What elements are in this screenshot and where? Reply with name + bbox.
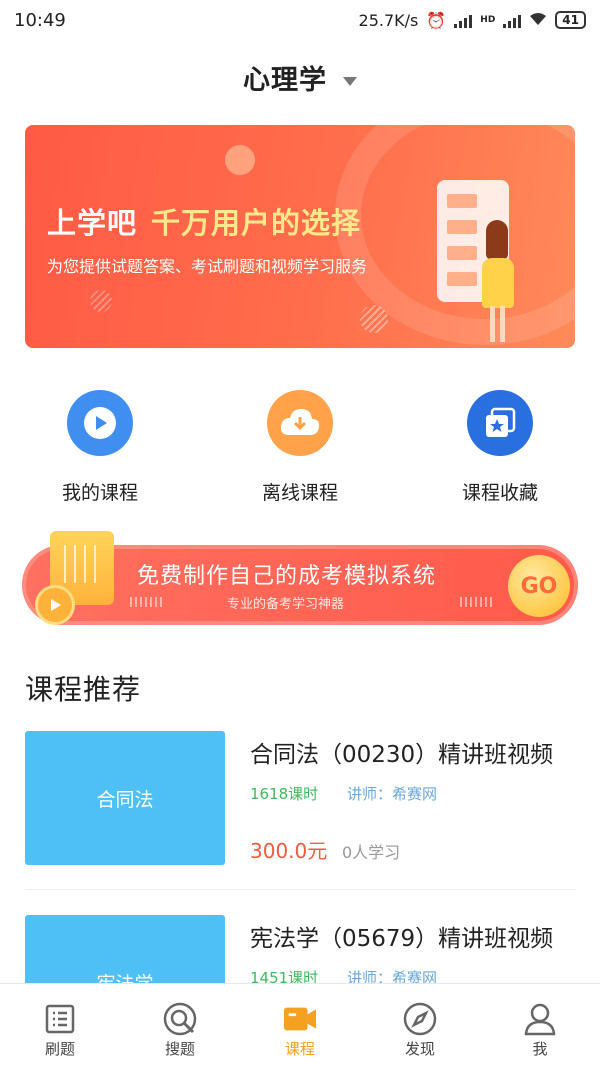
bottom-tab-bar: 刷题 搜题 课程 发现 我 — [0, 983, 600, 1067]
course-hours: 1618课时 — [250, 785, 319, 803]
hd-label: HD — [480, 15, 496, 25]
search-icon — [163, 1002, 197, 1036]
banner-title-highlight: 千万用户的选择 — [151, 206, 362, 240]
banner-decoration — [90, 290, 112, 312]
my-courses-label: 我的课程 — [61, 482, 138, 504]
course-thumbnail[interactable]: 合同法 — [25, 731, 225, 865]
play-icon — [35, 585, 75, 625]
tab-label: 我 — [532, 1040, 548, 1058]
tab-label: 发现 — [404, 1040, 435, 1058]
tab-discover[interactable]: 发现 — [360, 984, 480, 1067]
header[interactable]: 心理学 — [0, 58, 600, 97]
go-button[interactable]: GO — [508, 555, 570, 617]
banner-decoration — [225, 145, 255, 175]
signal-icon — [454, 12, 473, 28]
page-title[interactable]: 心理学 — [243, 65, 327, 96]
status-bar: 10:49 25.7K/s ⏰ HD 41 — [0, 0, 600, 40]
course-teacher: 讲师：希赛网 — [347, 785, 438, 803]
promo-decoration — [130, 597, 162, 607]
play-circle-icon — [67, 390, 133, 456]
tab-label: 搜题 — [164, 1040, 195, 1058]
user-icon — [523, 1002, 557, 1036]
tab-me[interactable]: 我 — [480, 984, 600, 1067]
video-camera-icon — [283, 1002, 317, 1036]
cloud-download-icon — [267, 390, 333, 456]
banner-title-main: 上学吧 — [47, 206, 138, 240]
list-doc-icon — [43, 1002, 77, 1036]
status-icons: 25.7K/s ⏰ HD 41 — [359, 11, 586, 30]
chevron-down-icon[interactable] — [343, 77, 357, 86]
tab-label: 课程 — [284, 1040, 315, 1058]
tab-label: 刷题 — [44, 1040, 75, 1058]
course-favorites-button[interactable]: 课程收藏 — [400, 390, 600, 505]
section-title: 课程推荐 — [25, 673, 142, 706]
banner-subtitle: 为您提供试题答案、考试刷题和视频学习服务 — [47, 257, 368, 276]
star-bookmark-icon — [467, 390, 533, 456]
wifi-icon — [529, 11, 547, 30]
promo-banner[interactable]: 免费制作自己的成考模拟系统 专业的备考学习神器 GO — [22, 531, 578, 625]
banner-title: 上学吧 千万用户的选择 — [47, 200, 361, 242]
course-title[interactable]: 合同法（00230）精讲班视频 — [250, 735, 553, 769]
promo-decoration — [460, 597, 492, 607]
promo-subtitle: 专业的备考学习神器 — [227, 597, 345, 612]
battery-icon: 41 — [555, 11, 586, 29]
network-speed: 25.7K/s — [358, 10, 419, 30]
banner[interactable]: 上学吧 千万用户的选择 为您提供试题答案、考试刷题和视频学习服务 — [25, 125, 575, 348]
course-card[interactable]: 合同法 合同法（00230）精讲班视频 1618课时 讲师：希赛网 300.0元… — [25, 731, 576, 865]
tab-practice[interactable]: 刷题 — [0, 984, 120, 1067]
tab-courses[interactable]: 课程 — [240, 984, 360, 1067]
promo-title: 免费制作自己的成考模拟系统 — [137, 564, 437, 589]
my-courses-button[interactable]: 我的课程 — [0, 390, 200, 505]
course-favorites-label: 课程收藏 — [461, 482, 538, 504]
signal-2-icon — [503, 12, 522, 28]
banner-decoration — [360, 305, 388, 333]
status-time: 10:49 — [14, 9, 66, 31]
course-price: 300.0元 — [250, 839, 328, 863]
quick-actions: 我的课程 离线课程 课程收藏 — [0, 390, 600, 505]
offline-courses-button[interactable]: 离线课程 — [200, 390, 400, 505]
compass-icon — [403, 1002, 437, 1036]
course-title[interactable]: 宪法学（05679）精讲班视频 — [250, 919, 553, 953]
girl-illustration — [480, 220, 514, 342]
alarm-icon: ⏰ — [426, 10, 447, 30]
course-learners: 0人学习 — [342, 843, 401, 862]
tab-search[interactable]: 搜题 — [120, 984, 240, 1067]
offline-courses-label: 离线课程 — [261, 482, 338, 504]
divider — [25, 889, 576, 890]
